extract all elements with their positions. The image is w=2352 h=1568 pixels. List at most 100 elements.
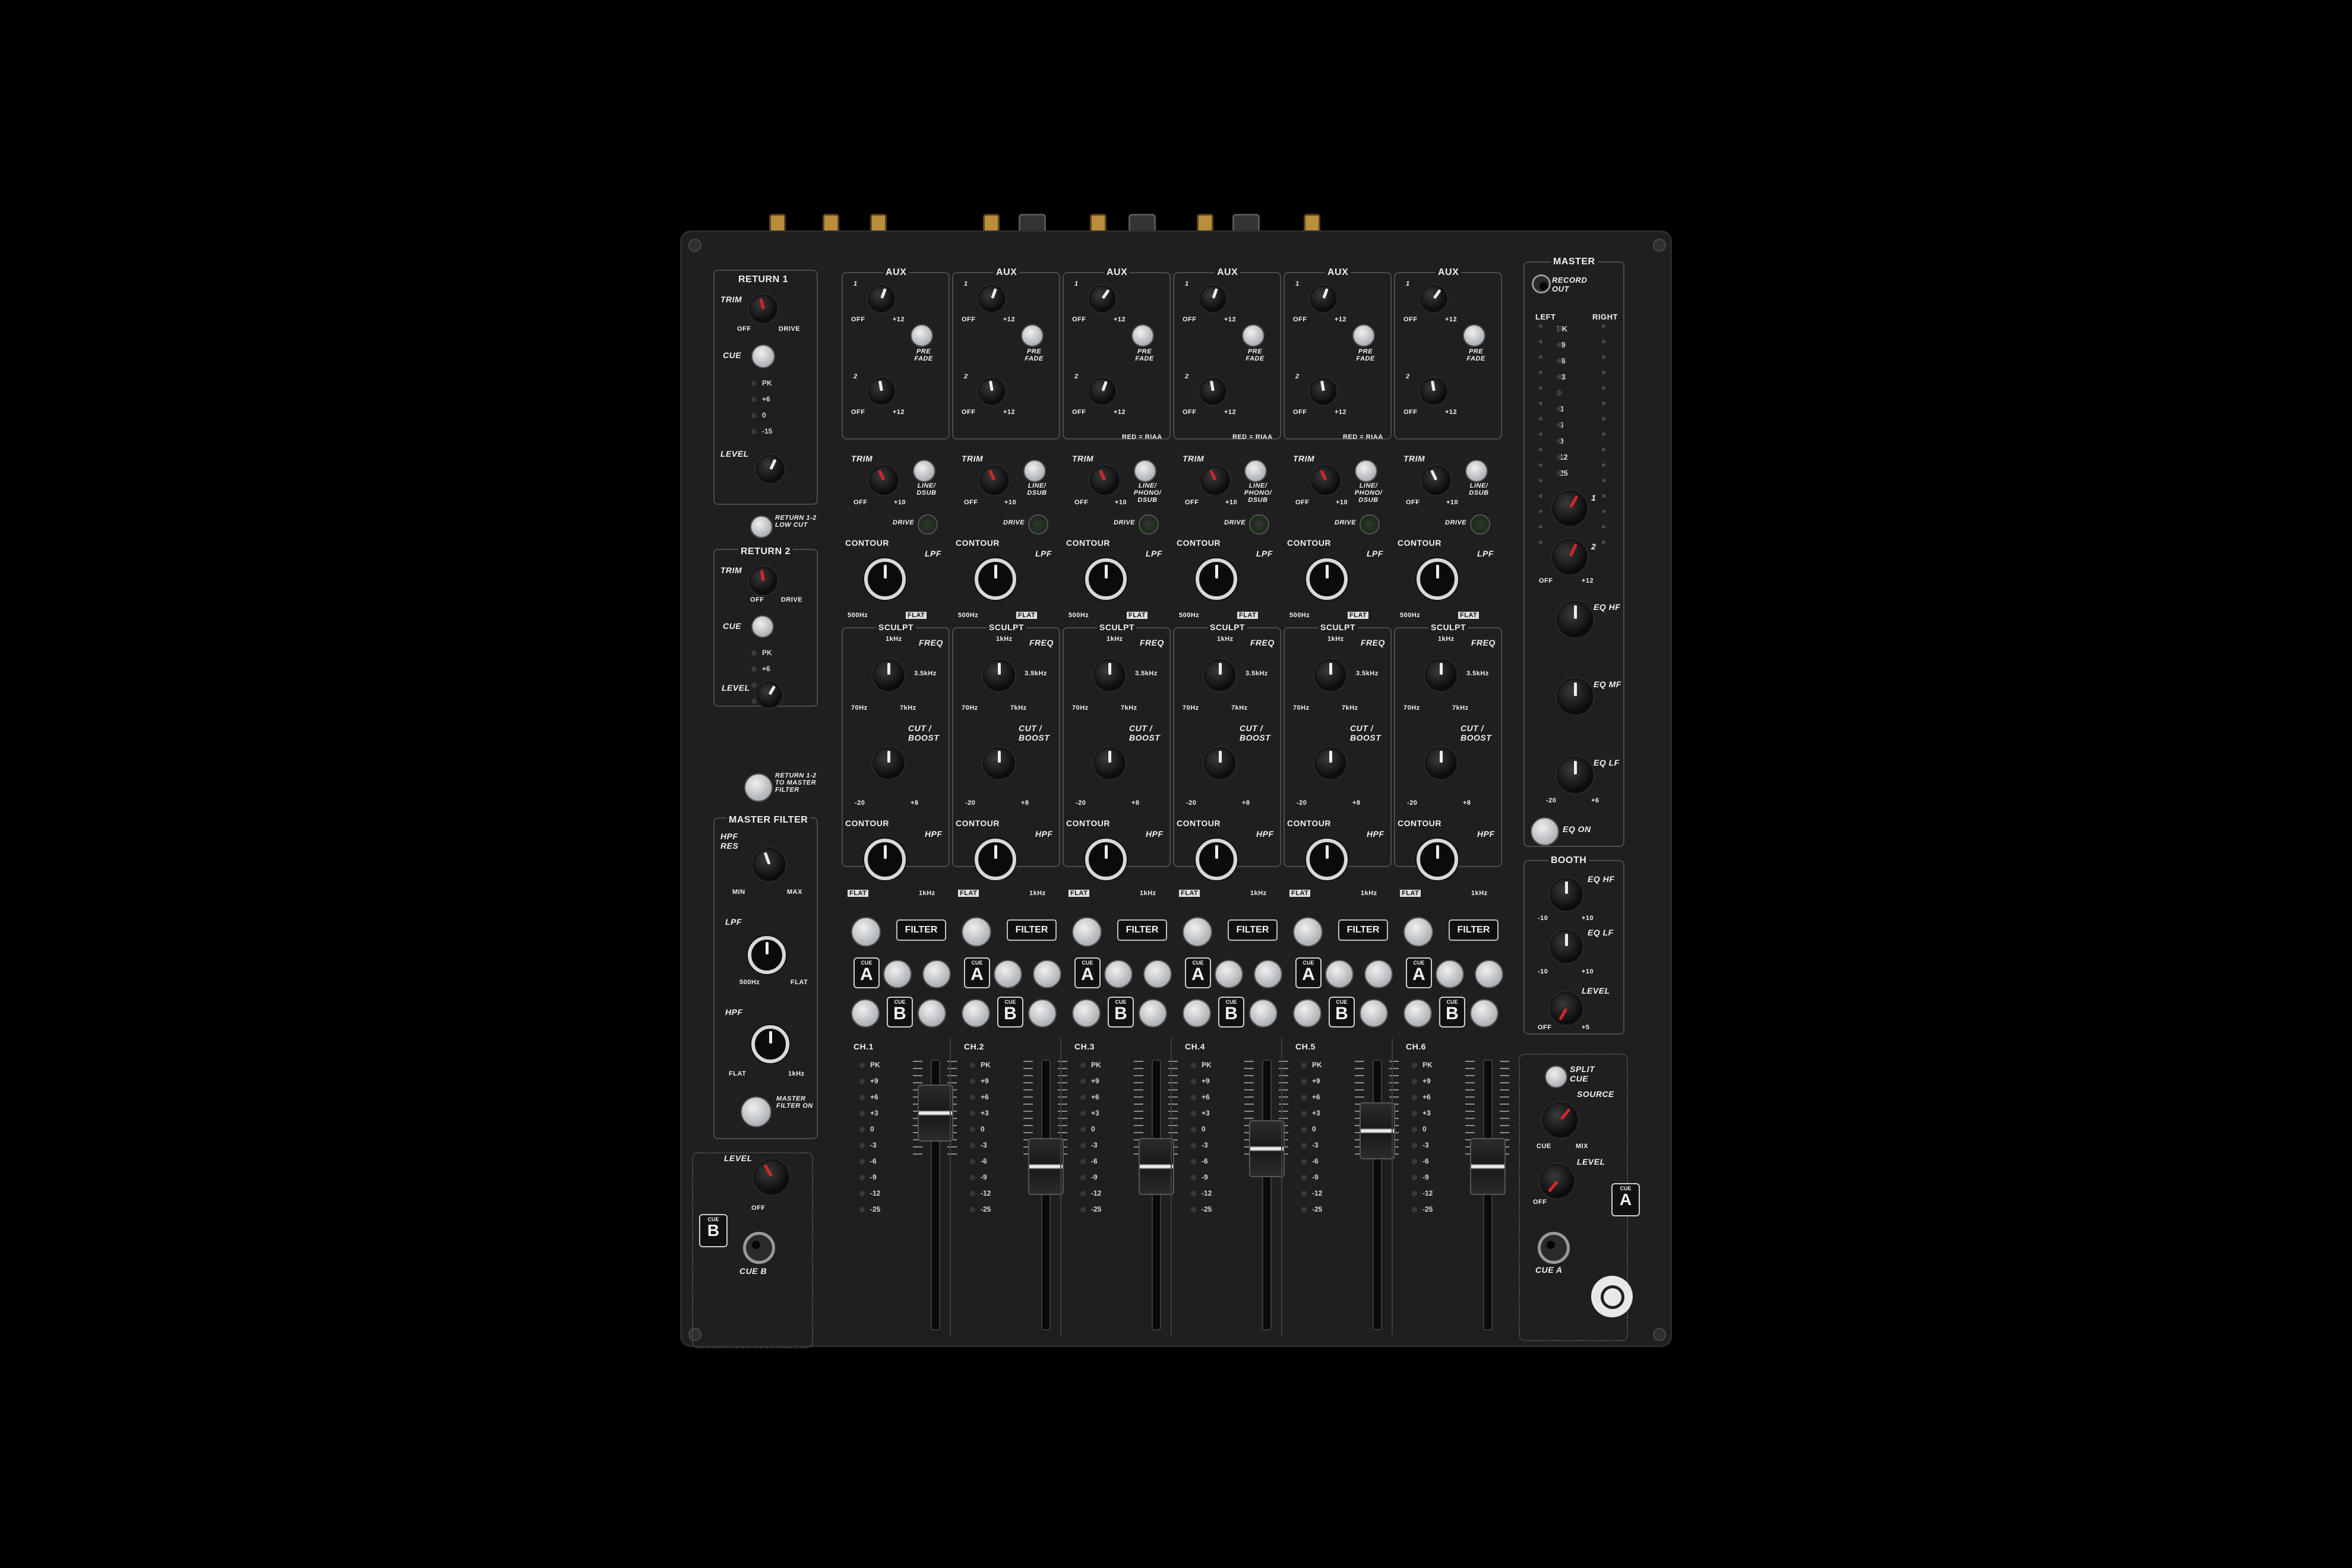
sculpt-freq-knob[interactable] xyxy=(1425,659,1457,691)
pre-fade-button[interactable] xyxy=(1021,324,1044,347)
contour-hpf-knob[interactable] xyxy=(1306,839,1348,880)
contour-hpf-knob[interactable] xyxy=(1417,839,1458,880)
sculpt-cut-boost-knob[interactable] xyxy=(1204,747,1236,779)
drive-led-button[interactable] xyxy=(1139,514,1159,535)
return-2-level-knob[interactable] xyxy=(756,682,782,708)
input-select-button[interactable] xyxy=(1023,460,1046,482)
cue-a-button[interactable] xyxy=(1104,960,1133,988)
cue-a-assign-button[interactable] xyxy=(1254,960,1282,988)
aux-2-knob[interactable] xyxy=(1199,378,1226,405)
return-to-master-filter-button[interactable] xyxy=(744,773,773,802)
cue-b-headphone-jack[interactable] xyxy=(743,1232,775,1264)
return-low-cut-button[interactable] xyxy=(750,516,773,538)
contour-hpf-knob[interactable] xyxy=(975,839,1016,880)
cue-b-button[interactable] xyxy=(1028,999,1057,1028)
master-eq-lf-knob[interactable] xyxy=(1557,757,1594,794)
master-hpf-knob[interactable] xyxy=(751,1025,789,1063)
drive-led-button[interactable] xyxy=(1249,514,1269,535)
return-1-level-knob[interactable] xyxy=(756,455,785,483)
cue-a-assign-button[interactable] xyxy=(1475,960,1503,988)
drive-led-button[interactable] xyxy=(918,514,938,535)
sculpt-freq-knob[interactable] xyxy=(1093,659,1126,691)
split-cue-button[interactable] xyxy=(1545,1066,1567,1088)
channel-fader-cap[interactable] xyxy=(918,1085,953,1142)
sculpt-freq-knob[interactable] xyxy=(872,659,905,691)
contour-hpf-knob[interactable] xyxy=(1085,839,1127,880)
cue-a-button[interactable] xyxy=(1436,960,1464,988)
filter-button[interactable] xyxy=(1072,917,1102,947)
master-eq-mf-knob[interactable] xyxy=(1557,678,1594,715)
cue-a-button[interactable] xyxy=(1215,960,1243,988)
contour-lpf-knob[interactable] xyxy=(864,558,906,600)
pre-fade-button[interactable] xyxy=(1352,324,1375,347)
sculpt-cut-boost-knob[interactable] xyxy=(1314,747,1346,779)
channel-trim-knob[interactable] xyxy=(869,466,899,495)
sculpt-cut-boost-knob[interactable] xyxy=(1425,747,1457,779)
record-out-jack[interactable] xyxy=(1532,274,1551,293)
sculpt-freq-knob[interactable] xyxy=(1314,659,1346,691)
aux-2-knob[interactable] xyxy=(1420,378,1447,405)
aux-2-knob[interactable] xyxy=(978,378,1006,405)
contour-lpf-knob[interactable] xyxy=(1085,558,1127,600)
booth-eq-hf-knob[interactable] xyxy=(1550,878,1583,911)
cue-b-assign-button[interactable] xyxy=(851,999,880,1028)
cue-b-button[interactable] xyxy=(1470,999,1499,1028)
cue-a-assign-button[interactable] xyxy=(1364,960,1393,988)
cue-a-assign-button[interactable] xyxy=(922,960,951,988)
channel-trim-knob[interactable] xyxy=(1421,466,1451,495)
sculpt-freq-knob[interactable] xyxy=(983,659,1015,691)
sculpt-freq-knob[interactable] xyxy=(1204,659,1236,691)
contour-lpf-knob[interactable] xyxy=(1417,558,1458,600)
eq-on-button[interactable] xyxy=(1531,817,1559,846)
channel-fader-cap[interactable] xyxy=(1360,1102,1395,1159)
master-out-1-knob[interactable] xyxy=(1552,491,1588,526)
channel-trim-knob[interactable] xyxy=(1200,466,1230,495)
input-select-button[interactable] xyxy=(1244,460,1267,482)
input-select-button[interactable] xyxy=(913,460,935,482)
sculpt-cut-boost-knob[interactable] xyxy=(983,747,1015,779)
filter-button[interactable] xyxy=(851,917,881,947)
return-1-cue-button[interactable] xyxy=(751,344,775,368)
cue-a-headphone-jack[interactable] xyxy=(1538,1232,1570,1264)
cue-source-knob[interactable] xyxy=(1542,1102,1578,1138)
cue-a-level-knob[interactable] xyxy=(1540,1164,1575,1199)
channel-trim-knob[interactable] xyxy=(1311,466,1341,495)
return-1-trim-knob[interactable] xyxy=(749,295,777,323)
aux-1-knob[interactable] xyxy=(978,285,1006,312)
contour-hpf-knob[interactable] xyxy=(1196,839,1237,880)
master-eq-hf-knob[interactable] xyxy=(1557,601,1594,638)
cue-b-assign-button[interactable] xyxy=(1072,999,1101,1028)
contour-lpf-knob[interactable] xyxy=(975,558,1016,600)
contour-lpf-knob[interactable] xyxy=(1306,558,1348,600)
aux-2-knob[interactable] xyxy=(868,378,895,405)
booth-level-knob[interactable] xyxy=(1550,992,1583,1025)
input-select-button[interactable] xyxy=(1355,460,1377,482)
pre-fade-button[interactable] xyxy=(1242,324,1264,347)
cue-a-button[interactable] xyxy=(883,960,912,988)
filter-button[interactable] xyxy=(1183,917,1212,947)
cue-b-level-knob[interactable] xyxy=(754,1159,789,1195)
drive-led-button[interactable] xyxy=(1470,514,1490,535)
return-2-trim-knob[interactable] xyxy=(749,567,777,595)
aux-1-knob[interactable] xyxy=(1310,285,1337,312)
filter-button[interactable] xyxy=(1293,917,1323,947)
master-filter-resonance-knob[interactable] xyxy=(753,848,786,881)
aux-1-knob[interactable] xyxy=(1089,285,1116,312)
channel-fader-cap[interactable] xyxy=(1249,1120,1285,1177)
booth-eq-lf-knob[interactable] xyxy=(1550,930,1583,963)
master-out-2-knob[interactable] xyxy=(1552,539,1588,575)
aux-1-knob[interactable] xyxy=(868,285,895,312)
pre-fade-button[interactable] xyxy=(1131,324,1154,347)
filter-button[interactable] xyxy=(1403,917,1433,947)
cue-b-assign-button[interactable] xyxy=(1183,999,1211,1028)
cue-a-button[interactable] xyxy=(994,960,1022,988)
cue-b-button[interactable] xyxy=(918,999,946,1028)
channel-fader-cap[interactable] xyxy=(1139,1138,1174,1195)
cue-a-assign-button[interactable] xyxy=(1143,960,1172,988)
channel-fader-cap[interactable] xyxy=(1028,1138,1064,1195)
drive-led-button[interactable] xyxy=(1360,514,1380,535)
sculpt-cut-boost-knob[interactable] xyxy=(872,747,905,779)
input-select-button[interactable] xyxy=(1134,460,1156,482)
aux-2-knob[interactable] xyxy=(1089,378,1116,405)
aux-1-knob[interactable] xyxy=(1199,285,1226,312)
